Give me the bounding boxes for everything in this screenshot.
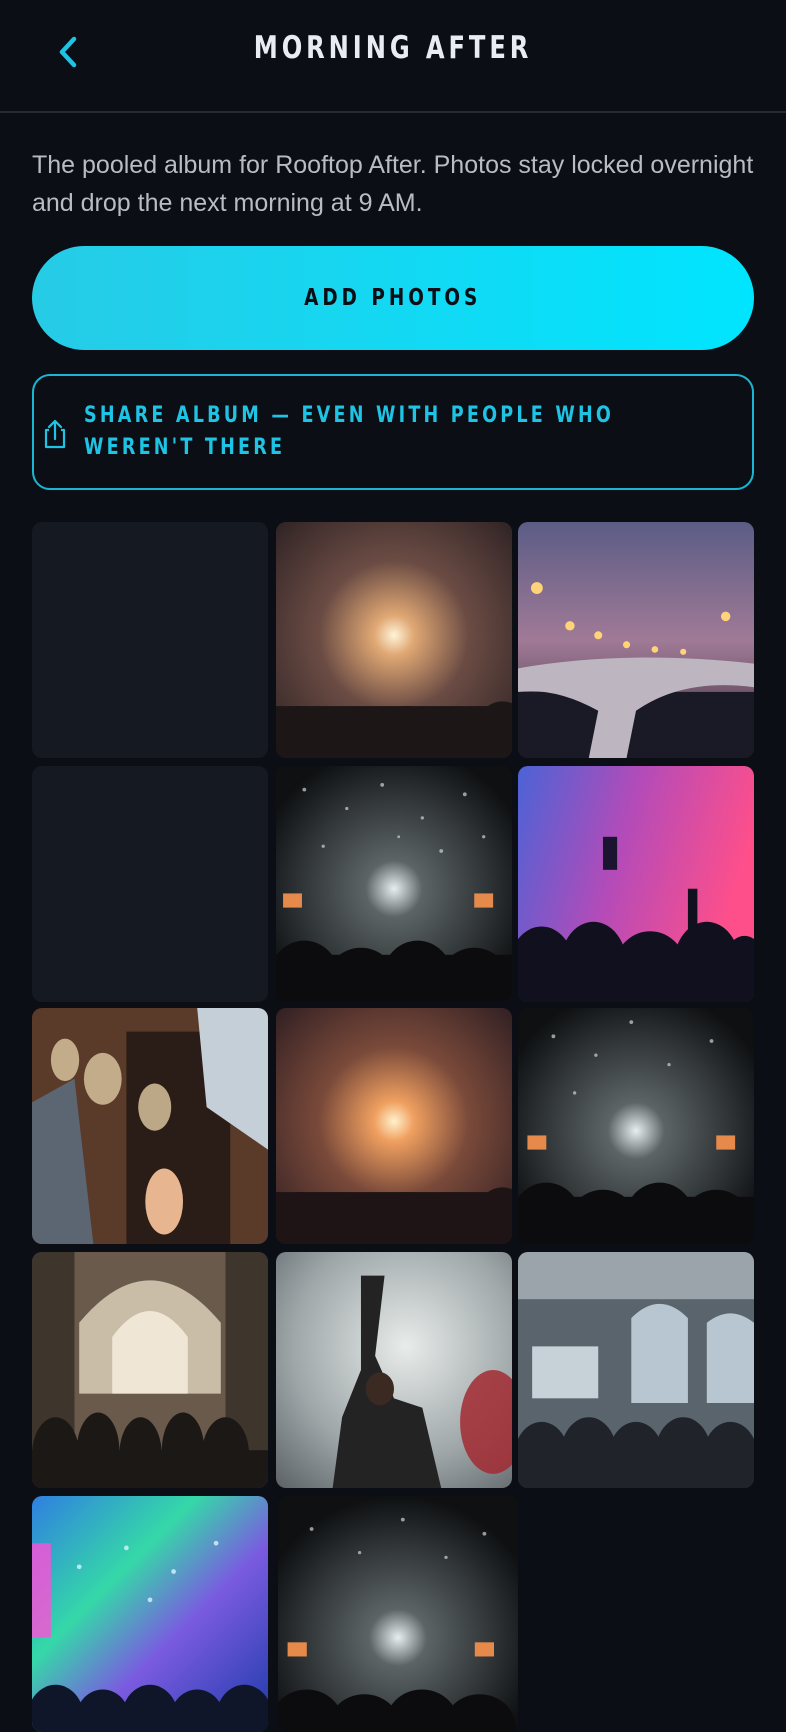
photo-tile[interactable] [276,766,512,1002]
app-header: MORNING AFTER [0,0,786,113]
back-button[interactable] [52,32,84,72]
add-photos-label: ADD PHOTOS [304,285,482,311]
photo-tile[interactable] [278,1496,518,1732]
photo-tile[interactable] [276,1252,512,1488]
photo-tile[interactable] [32,1496,268,1732]
page-title: MORNING AFTER [253,30,533,66]
photo-tile[interactable] [518,1252,754,1488]
share-icon [44,419,66,449]
photo-tile[interactable] [518,766,754,1002]
photo-tile[interactable] [518,1008,754,1244]
photo-placeholder [32,522,268,758]
album-description: The pooled album for Rooftop After. Phot… [32,151,754,217]
add-photos-button[interactable]: ADD PHOTOS [32,246,754,350]
photo-grid [32,522,754,1732]
share-album-label: SHARE ALBUM — EVEN WITH PEOPLE WHO WEREN… [84,403,615,460]
photo-tile[interactable] [32,1252,268,1488]
photo-tile[interactable] [518,522,754,758]
share-album-button[interactable]: SHARE ALBUM — EVEN WITH PEOPLE WHO WEREN… [32,374,754,490]
photo-tile[interactable] [276,522,512,758]
photo-placeholder [32,766,268,1002]
chevron-left-icon [59,36,77,68]
photo-tile[interactable] [276,1008,512,1244]
photo-tile[interactable] [32,1008,268,1244]
